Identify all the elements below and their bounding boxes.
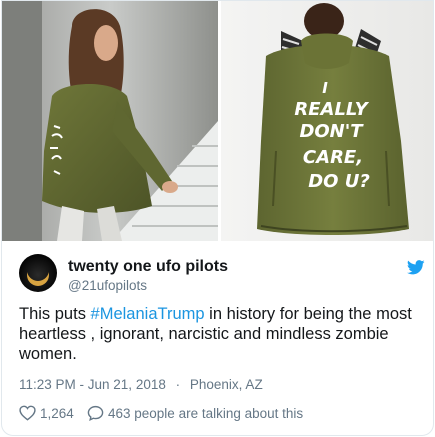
- tweet-timestamp[interactable]: 11:23 PM - Jun 21, 2018: [19, 377, 166, 392]
- photo-jacket-back[interactable]: I REALLY DON'T CARE, DO U?: [221, 1, 433, 241]
- like-button[interactable]: 1,264: [19, 405, 74, 421]
- tweet-text: This puts #MelaniaTrump in history for b…: [19, 304, 424, 364]
- talking-about-text: 463 people are talking about this: [108, 405, 304, 421]
- tweet-location[interactable]: Phoenix, AZ: [190, 377, 263, 392]
- reply-button[interactable]: 463 people are talking about this: [87, 405, 303, 421]
- jacket-text-line-1: I: [322, 79, 328, 97]
- tweet-metadata: 11:23 PM - Jun 21, 2018 · Phoenix, AZ: [19, 377, 263, 392]
- twitter-bird-icon[interactable]: [407, 260, 425, 275]
- like-count: 1,264: [40, 405, 74, 421]
- tweet-text-before: This puts: [19, 305, 91, 323]
- avatar[interactable]: [19, 254, 57, 292]
- jacket-text-line-3: DON'T: [299, 121, 364, 142]
- photo-woman-walking-up-stairs[interactable]: [2, 1, 218, 241]
- heart-icon: [19, 405, 36, 421]
- speech-bubble-icon: [87, 405, 104, 421]
- jacket-text-line-5: DO U?: [308, 171, 370, 192]
- jacket-text-line-4: CARE,: [303, 147, 363, 168]
- display-name[interactable]: twenty one ufo pilots: [68, 258, 228, 276]
- tweet-header: twenty one ufo pilots @21ufopilots: [2, 252, 433, 298]
- tweet-media[interactable]: I REALLY DON'T CARE, DO U?: [2, 1, 433, 241]
- crescent-moon-icon: [27, 264, 49, 286]
- hashtag-link[interactable]: #MelaniaTrump: [91, 305, 205, 323]
- jacket-text-line-2: REALLY: [294, 99, 369, 120]
- tweet-card: I REALLY DON'T CARE, DO U? twenty one uf…: [1, 0, 434, 436]
- user-handle[interactable]: @21ufopilots: [68, 278, 147, 293]
